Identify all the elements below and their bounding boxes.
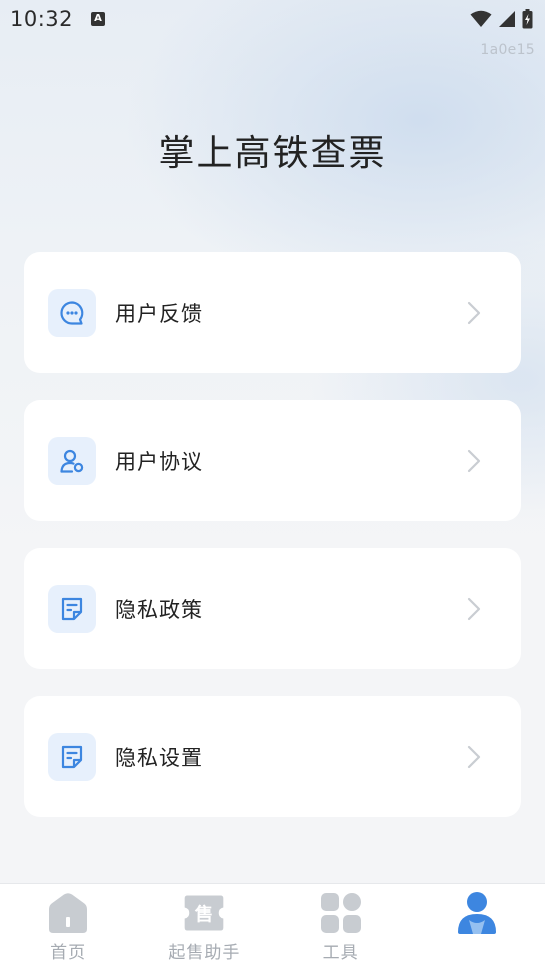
home-icon <box>49 893 88 933</box>
menu-item-label: 隐私政策 <box>115 597 203 622</box>
chevron-right-icon <box>467 745 481 768</box>
chat-bubble-icon <box>48 288 96 337</box>
ticket-icon: 售 <box>185 895 224 931</box>
menu-item-privacy-settings[interactable]: 隐私设置 <box>24 696 521 817</box>
tab-home[interactable]: 首页 <box>0 884 136 970</box>
tab-sale-assistant[interactable]: 售 起售助手 <box>136 884 272 970</box>
menu-item-label: 隐私设置 <box>115 745 203 770</box>
bottom-tab-bar: 首页 售 起售助手 工具 <box>0 883 545 970</box>
menu-item-user-agreement[interactable]: 用户协议 <box>24 400 521 521</box>
menu-item-privacy-policy[interactable]: 隐私政策 <box>24 548 521 669</box>
tab-label: 工具 <box>322 943 359 963</box>
svg-text:售: 售 <box>195 903 213 925</box>
tab-profile[interactable] <box>409 884 545 970</box>
page-title: 掌上高铁查票 <box>158 133 387 174</box>
status-bar: 10:32 A <box>0 0 545 38</box>
menu-item-feedback[interactable]: 用户反馈 <box>24 252 521 373</box>
signal-icon <box>499 11 515 27</box>
chevron-right-icon <box>467 597 481 620</box>
battery-icon <box>522 9 533 29</box>
grid-icon <box>320 893 361 933</box>
status-time: 10:32 <box>10 7 74 31</box>
chevron-right-icon <box>467 301 481 324</box>
wifi-icon <box>470 10 492 27</box>
version-label: 1a0e15 <box>480 42 535 58</box>
menu-item-label: 用户反馈 <box>115 301 203 326</box>
user-settings-icon <box>48 436 96 485</box>
tab-tools[interactable]: 工具 <box>273 884 409 970</box>
menu-item-label: 用户协议 <box>115 449 203 474</box>
notification-a-icon: A <box>91 12 106 26</box>
document-icon <box>48 732 96 781</box>
tab-label: 起售助手 <box>168 943 241 963</box>
document-icon <box>48 584 96 633</box>
chevron-right-icon <box>467 449 481 472</box>
tab-label: 首页 <box>50 943 87 963</box>
user-icon <box>457 892 496 934</box>
settings-menu: 用户反馈 用户协议 隐私政策 隐私设置 <box>24 252 521 844</box>
